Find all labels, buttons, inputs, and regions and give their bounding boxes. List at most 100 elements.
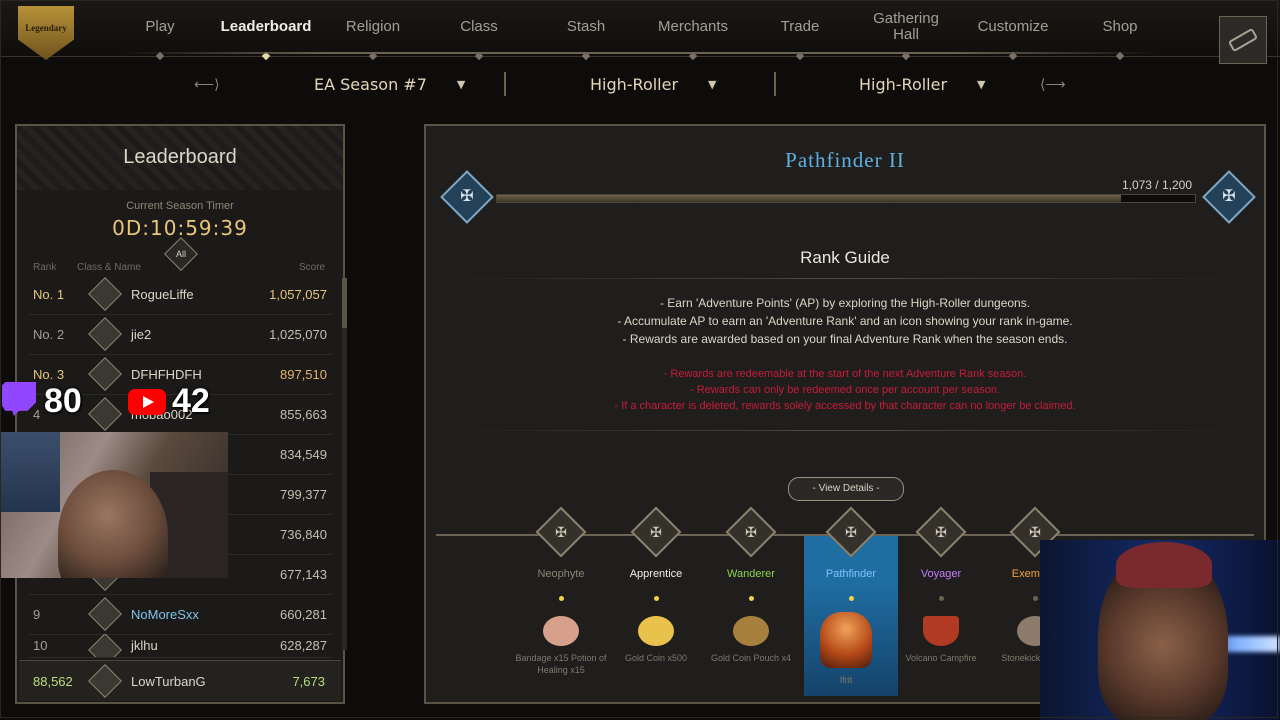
- reward-name: Ifrit: [839, 675, 853, 685]
- class-icon: [88, 357, 122, 391]
- guide-line: - Rewards are awarded based on your fina…: [622, 332, 1068, 346]
- class-icon: [88, 634, 122, 657]
- nav-trade[interactable]: Trade: [755, 0, 845, 61]
- all-filter-button[interactable]: All: [164, 237, 198, 271]
- campfire-icon: [923, 616, 959, 646]
- nav-gathering-hall[interactable]: Gathering Hall: [861, 0, 951, 61]
- scrollbar[interactable]: [342, 278, 347, 650]
- col-score: Score: [299, 262, 326, 273]
- my-rank: 88,562: [33, 673, 73, 689]
- ifrit-icon: [820, 612, 872, 668]
- reward-item[interactable]: Bandage x15 Potion of Healing x15: [514, 616, 608, 676]
- table-row[interactable]: 9 NoMoreSxx 660,281: [29, 594, 333, 635]
- tier-neophyte[interactable]: ✠ Neophyte: [514, 506, 608, 601]
- nav-religion[interactable]: Religion: [328, 0, 418, 61]
- row-score: 736,840: [280, 526, 327, 542]
- ornament-left-icon: ⟵⟩: [194, 76, 220, 92]
- reward-item[interactable]: Ifrit: [799, 612, 893, 686]
- table-row[interactable]: 10 jklhu 628,287: [29, 634, 333, 658]
- youtube-viewer-count: 42: [172, 382, 210, 420]
- nav-leaderboard[interactable]: Leaderboard: [206, 0, 326, 61]
- row-score: 897,510: [280, 366, 327, 382]
- tier-label: Wanderer: [727, 568, 775, 580]
- row-score: 628,287: [280, 638, 327, 653]
- tier-label: Pathfinder: [825, 568, 877, 580]
- nav-stash-label: Stash: [566, 18, 606, 35]
- col-class-name: Class & Name: [77, 262, 141, 273]
- tier-icon: ✠: [535, 506, 587, 558]
- nav-stash[interactable]: Stash: [541, 0, 631, 61]
- chevron-down-icon: ▼: [708, 77, 717, 91]
- class-icon: [88, 597, 122, 631]
- bandage-potion-icon: [543, 616, 579, 646]
- reward-item[interactable]: Volcano Campfire: [894, 616, 988, 664]
- divider: [436, 430, 1254, 431]
- scrollbar-thumb[interactable]: [342, 278, 347, 328]
- webcam-turban: [1116, 542, 1212, 588]
- mode-value: High-Roller: [590, 74, 679, 94]
- row-score: 677,143: [280, 566, 327, 582]
- class-icon: [88, 277, 122, 311]
- rank-emblem-icon: Legendary: [18, 6, 74, 60]
- timer-label: Current Season Timer: [126, 200, 234, 212]
- tier-bullet: [848, 596, 854, 601]
- progress-fill: [497, 195, 1121, 202]
- nav-class-label: Class: [460, 18, 498, 35]
- row-score: 855,663: [280, 406, 327, 422]
- warning-line: - Rewards can only be redeemed once per …: [689, 384, 1000, 396]
- nav-merchants[interactable]: Merchants: [643, 0, 743, 61]
- class-icon: [88, 397, 122, 431]
- reward-name: Gold Coin x500: [624, 653, 688, 663]
- youtube-icon: [128, 389, 166, 415]
- reward-name: Gold Coin Pouch x4: [710, 653, 792, 663]
- emblem-text: Legendary: [25, 23, 67, 33]
- row-rank: No. 1: [33, 286, 65, 302]
- next-rank-icon: ✠: [1202, 170, 1256, 224]
- class-icon: [88, 317, 122, 351]
- row-rank: No. 2: [33, 326, 65, 342]
- row-name: jklhu: [131, 638, 158, 653]
- row-score: 660,281: [280, 606, 327, 622]
- row-rank: No. 3: [33, 366, 65, 382]
- reward-item[interactable]: Gold Coin x500: [609, 616, 703, 664]
- divider: [436, 278, 1254, 279]
- nav-customize[interactable]: Customize: [963, 0, 1063, 61]
- row-name: jie2: [131, 326, 152, 342]
- warning-line: - Rewards are redeemable at the start of…: [663, 368, 1027, 380]
- tier-apprentice[interactable]: ✠ Apprentice: [609, 506, 703, 601]
- nav-class[interactable]: Class: [434, 0, 524, 61]
- reward-name: Bandage x15 Potion of Healing x15: [515, 653, 607, 675]
- row-rank: 9: [33, 606, 41, 622]
- tier-label: Apprentice: [629, 568, 683, 580]
- chevron-down-icon: ▼: [977, 77, 986, 91]
- tier-voyager[interactable]: ✠ Voyager: [894, 506, 988, 601]
- table-row[interactable]: No. 1 RogueLiffe 1,057,057: [29, 274, 333, 315]
- row-score: 834,549: [280, 446, 327, 462]
- wrench-icon[interactable]: [1219, 16, 1267, 64]
- nav-shop[interactable]: Shop: [1075, 0, 1165, 61]
- table-row[interactable]: No. 2 jie2 1,025,070: [29, 314, 333, 355]
- tier-icon: ✠: [825, 506, 877, 558]
- my-score: 7,673: [292, 673, 325, 689]
- tier-wanderer[interactable]: ✠ Wanderer: [704, 506, 798, 601]
- nav-leaderboard-label: Leaderboard: [220, 18, 312, 35]
- nav-play[interactable]: Play: [120, 0, 200, 61]
- row-score: 1,025,070: [269, 326, 327, 342]
- tier-bullet: [558, 596, 564, 601]
- nav-trade-label: Trade: [780, 18, 820, 35]
- mode-dropdown[interactable]: High-Roller ▼: [590, 64, 717, 104]
- nav-religion-label: Religion: [345, 18, 401, 35]
- category-dropdown[interactable]: High-Roller ▼: [859, 64, 986, 104]
- filter-bar: ⟵⟩ EA Season #7 ▼ High-Roller ▼ High-Rolle…: [190, 64, 1090, 104]
- divider: [774, 72, 776, 96]
- webcam-feed: [0, 432, 228, 578]
- col-rank: Rank: [33, 262, 57, 273]
- tier-icon: ✠: [915, 506, 967, 558]
- nav-gathering-hall-label: Gathering Hall: [873, 10, 939, 43]
- gold-coin-icon: [638, 616, 674, 646]
- gold-pouch-icon: [733, 616, 769, 646]
- warning-line: - If a character is deleted, rewards sol…: [614, 400, 1076, 412]
- season-dropdown[interactable]: EA Season #7 ▼: [314, 64, 465, 104]
- view-details-button[interactable]: - View Details -: [788, 477, 904, 501]
- reward-item[interactable]: Gold Coin Pouch x4: [704, 616, 798, 664]
